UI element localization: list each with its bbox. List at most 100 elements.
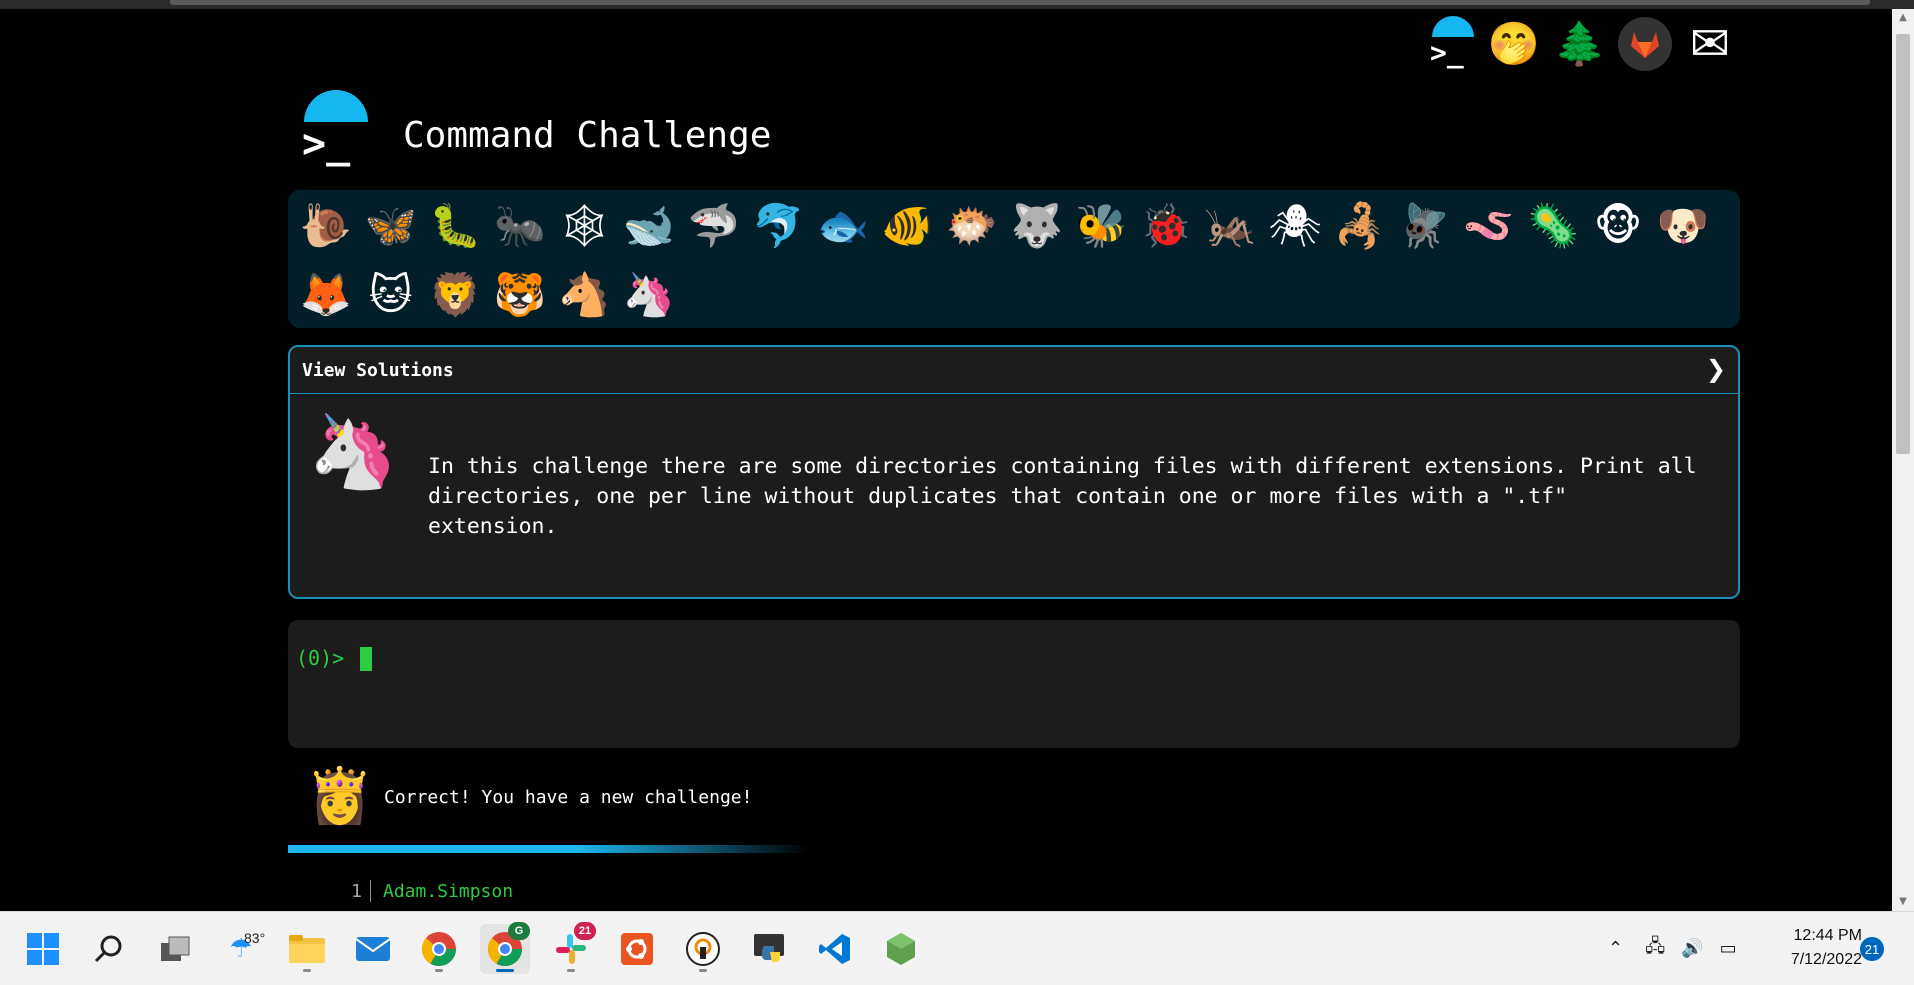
network-icon[interactable]: 🖧: [1645, 934, 1665, 964]
terminal-input-area[interactable]: (0)>: [288, 620, 1740, 748]
logo-cap: [304, 90, 368, 122]
ladybug-icon[interactable]: 🐞: [1138, 198, 1194, 254]
running-indicator: [303, 969, 311, 972]
fly-icon[interactable]: 🪰: [1396, 198, 1452, 254]
scroll-down-icon[interactable]: ▼: [1892, 893, 1914, 911]
chevron-up-icon[interactable]: ⌃: [1608, 938, 1623, 959]
search-glass-shape: [94, 935, 122, 963]
leaderboard-name: Adam.Simpson: [383, 880, 514, 902]
vpn-icon[interactable]: [678, 924, 728, 974]
page-scrollbar[interactable]: ▲ ▼: [1892, 9, 1914, 911]
butterfly-icon[interactable]: 🦋: [363, 198, 419, 254]
chrome-logo-shape: [421, 932, 456, 966]
chrome-profile-icon[interactable]: G: [480, 922, 530, 974]
tiger-icon[interactable]: 🐯: [492, 267, 548, 323]
animal-progress-bar: 🐌 🦋 🐛 🐜 🕸 🐋 🦈 🐬 🐟 🐠 🐡 🐺 🐝 🐞 🦗 🕷 🦂 🪰 🪱 🦠 🐵 🐶 🦊 🐱 🦁 🐯 🐴 🦄: [288, 190, 1740, 328]
search-icon[interactable]: [84, 924, 134, 974]
leaderboard-row: 1 Adam.Simpson: [340, 878, 513, 904]
gitlab-icon[interactable]: [1618, 17, 1672, 71]
vscode-logo-shape: [819, 934, 850, 964]
terminal-logo-icon[interactable]: >_: [1420, 16, 1476, 72]
task-view-shape: [161, 936, 190, 961]
terminal-cursor: [360, 647, 372, 671]
shushing-face-icon[interactable]: 🤭: [1486, 16, 1542, 72]
solutions-panel: View Solutions ❯ 🦄 In this challenge the…: [288, 345, 1740, 599]
ant-icon[interactable]: 🐜: [492, 198, 548, 254]
view-solutions-label: View Solutions: [302, 360, 454, 381]
taskbar: ☂ 83° G 21 ⌃ 🖧 🔊 ▭ 12:44 PM 7/12/2022 21: [0, 911, 1914, 985]
scorpion-icon[interactable]: 🦂: [1332, 198, 1388, 254]
clock-time: 12:44 PM: [1793, 927, 1862, 944]
spider-icon[interactable]: 🕷: [1267, 198, 1323, 254]
page-title: Command Challenge: [403, 115, 772, 156]
whale-icon[interactable]: 🐋: [621, 198, 677, 254]
chevron-right-icon[interactable]: ❯: [1706, 355, 1726, 383]
nodejs-icon[interactable]: [876, 924, 926, 974]
caterpillar-icon[interactable]: 🐛: [427, 198, 483, 254]
microbe-icon[interactable]: 🦠: [1525, 198, 1581, 254]
leaderboard-separator: [370, 880, 371, 902]
weather-temp: 83°: [244, 930, 266, 946]
dolphin-icon[interactable]: 🐬: [750, 198, 806, 254]
unicorn-icon[interactable]: 🦄: [621, 267, 677, 323]
file-explorer-icon[interactable]: [282, 924, 332, 974]
clock-date: 7/12/2022: [1790, 951, 1862, 968]
task-view-icon[interactable]: [150, 924, 200, 974]
result-message: Correct! You have a new challenge!: [384, 787, 753, 808]
lion-icon[interactable]: 🦁: [427, 267, 483, 323]
spider-web-icon[interactable]: 🕸: [556, 198, 612, 254]
clock[interactable]: 12:44 PM 7/12/2022: [1762, 924, 1862, 972]
scroll-up-icon[interactable]: ▲: [1892, 9, 1914, 27]
ubuntu-icon[interactable]: [612, 924, 662, 974]
progress-fill: [288, 845, 810, 853]
volume-icon[interactable]: 🔊: [1681, 938, 1703, 959]
monkey-icon[interactable]: 🐵: [1590, 198, 1646, 254]
unicorn-icon: 🦄: [308, 409, 398, 493]
node-hexagon-shape: [887, 933, 915, 965]
profile-badge: G: [508, 922, 530, 940]
blowfish-icon[interactable]: 🐡: [944, 198, 1000, 254]
logo-glyph: >_: [302, 121, 351, 167]
start-icon[interactable]: [18, 924, 68, 974]
cat-icon[interactable]: 🐱: [363, 267, 419, 323]
gitlab-logo-shape: [1631, 32, 1659, 58]
horse-icon[interactable]: 🐴: [556, 267, 612, 323]
notification-count[interactable]: 21: [1860, 937, 1884, 961]
mail-app-icon[interactable]: [348, 924, 398, 974]
view-solutions-toggle[interactable]: View Solutions ❯: [290, 347, 1738, 394]
worm-icon[interactable]: 🪱: [1461, 198, 1517, 254]
folder-shape: [289, 935, 325, 963]
notification-badge: 21: [574, 922, 596, 940]
vpn-lock-shape: [686, 932, 720, 966]
chrome-icon[interactable]: [414, 924, 464, 974]
browser-top-strip: [0, 0, 1914, 9]
leaderboard-rank: 1: [351, 880, 362, 902]
running-indicator: [435, 969, 443, 972]
python-icon[interactable]: [744, 924, 794, 974]
dog-icon[interactable]: 🐶: [1655, 198, 1711, 254]
slack-icon[interactable]: 21: [546, 922, 596, 974]
top-nav-icons: >_ 🤭 🌲 ✉: [1420, 16, 1738, 72]
active-indicator: [496, 969, 514, 972]
snail-icon[interactable]: 🐌: [298, 198, 354, 254]
challenge-progress-bar: [288, 845, 1158, 853]
ubuntu-logo-shape: [621, 933, 653, 965]
tree-icon[interactable]: 🌲: [1552, 16, 1608, 72]
weather-icon[interactable]: ☂ 83°: [216, 924, 266, 974]
terminal-prompt: (0)>: [296, 646, 345, 670]
bee-icon[interactable]: 🐝: [1073, 198, 1129, 254]
scrollbar-thumb[interactable]: [1896, 34, 1910, 454]
battery-icon[interactable]: ▭: [1720, 938, 1737, 959]
mail-icon[interactable]: ✉: [1682, 16, 1738, 72]
tropical-fish-icon[interactable]: 🐠: [879, 198, 935, 254]
vscode-icon[interactable]: [810, 924, 860, 974]
running-indicator: [567, 969, 575, 972]
wolf-icon[interactable]: 🐺: [1009, 198, 1065, 254]
cricket-icon[interactable]: 🦗: [1202, 198, 1258, 254]
princess-icon: 👸: [306, 764, 374, 827]
envelope-shape: [355, 937, 391, 961]
fox-icon[interactable]: 🦊: [298, 267, 354, 323]
app-logo-icon[interactable]: >_: [300, 90, 372, 170]
shark-icon[interactable]: 🦈: [686, 198, 742, 254]
fish-icon[interactable]: 🐟: [815, 198, 871, 254]
